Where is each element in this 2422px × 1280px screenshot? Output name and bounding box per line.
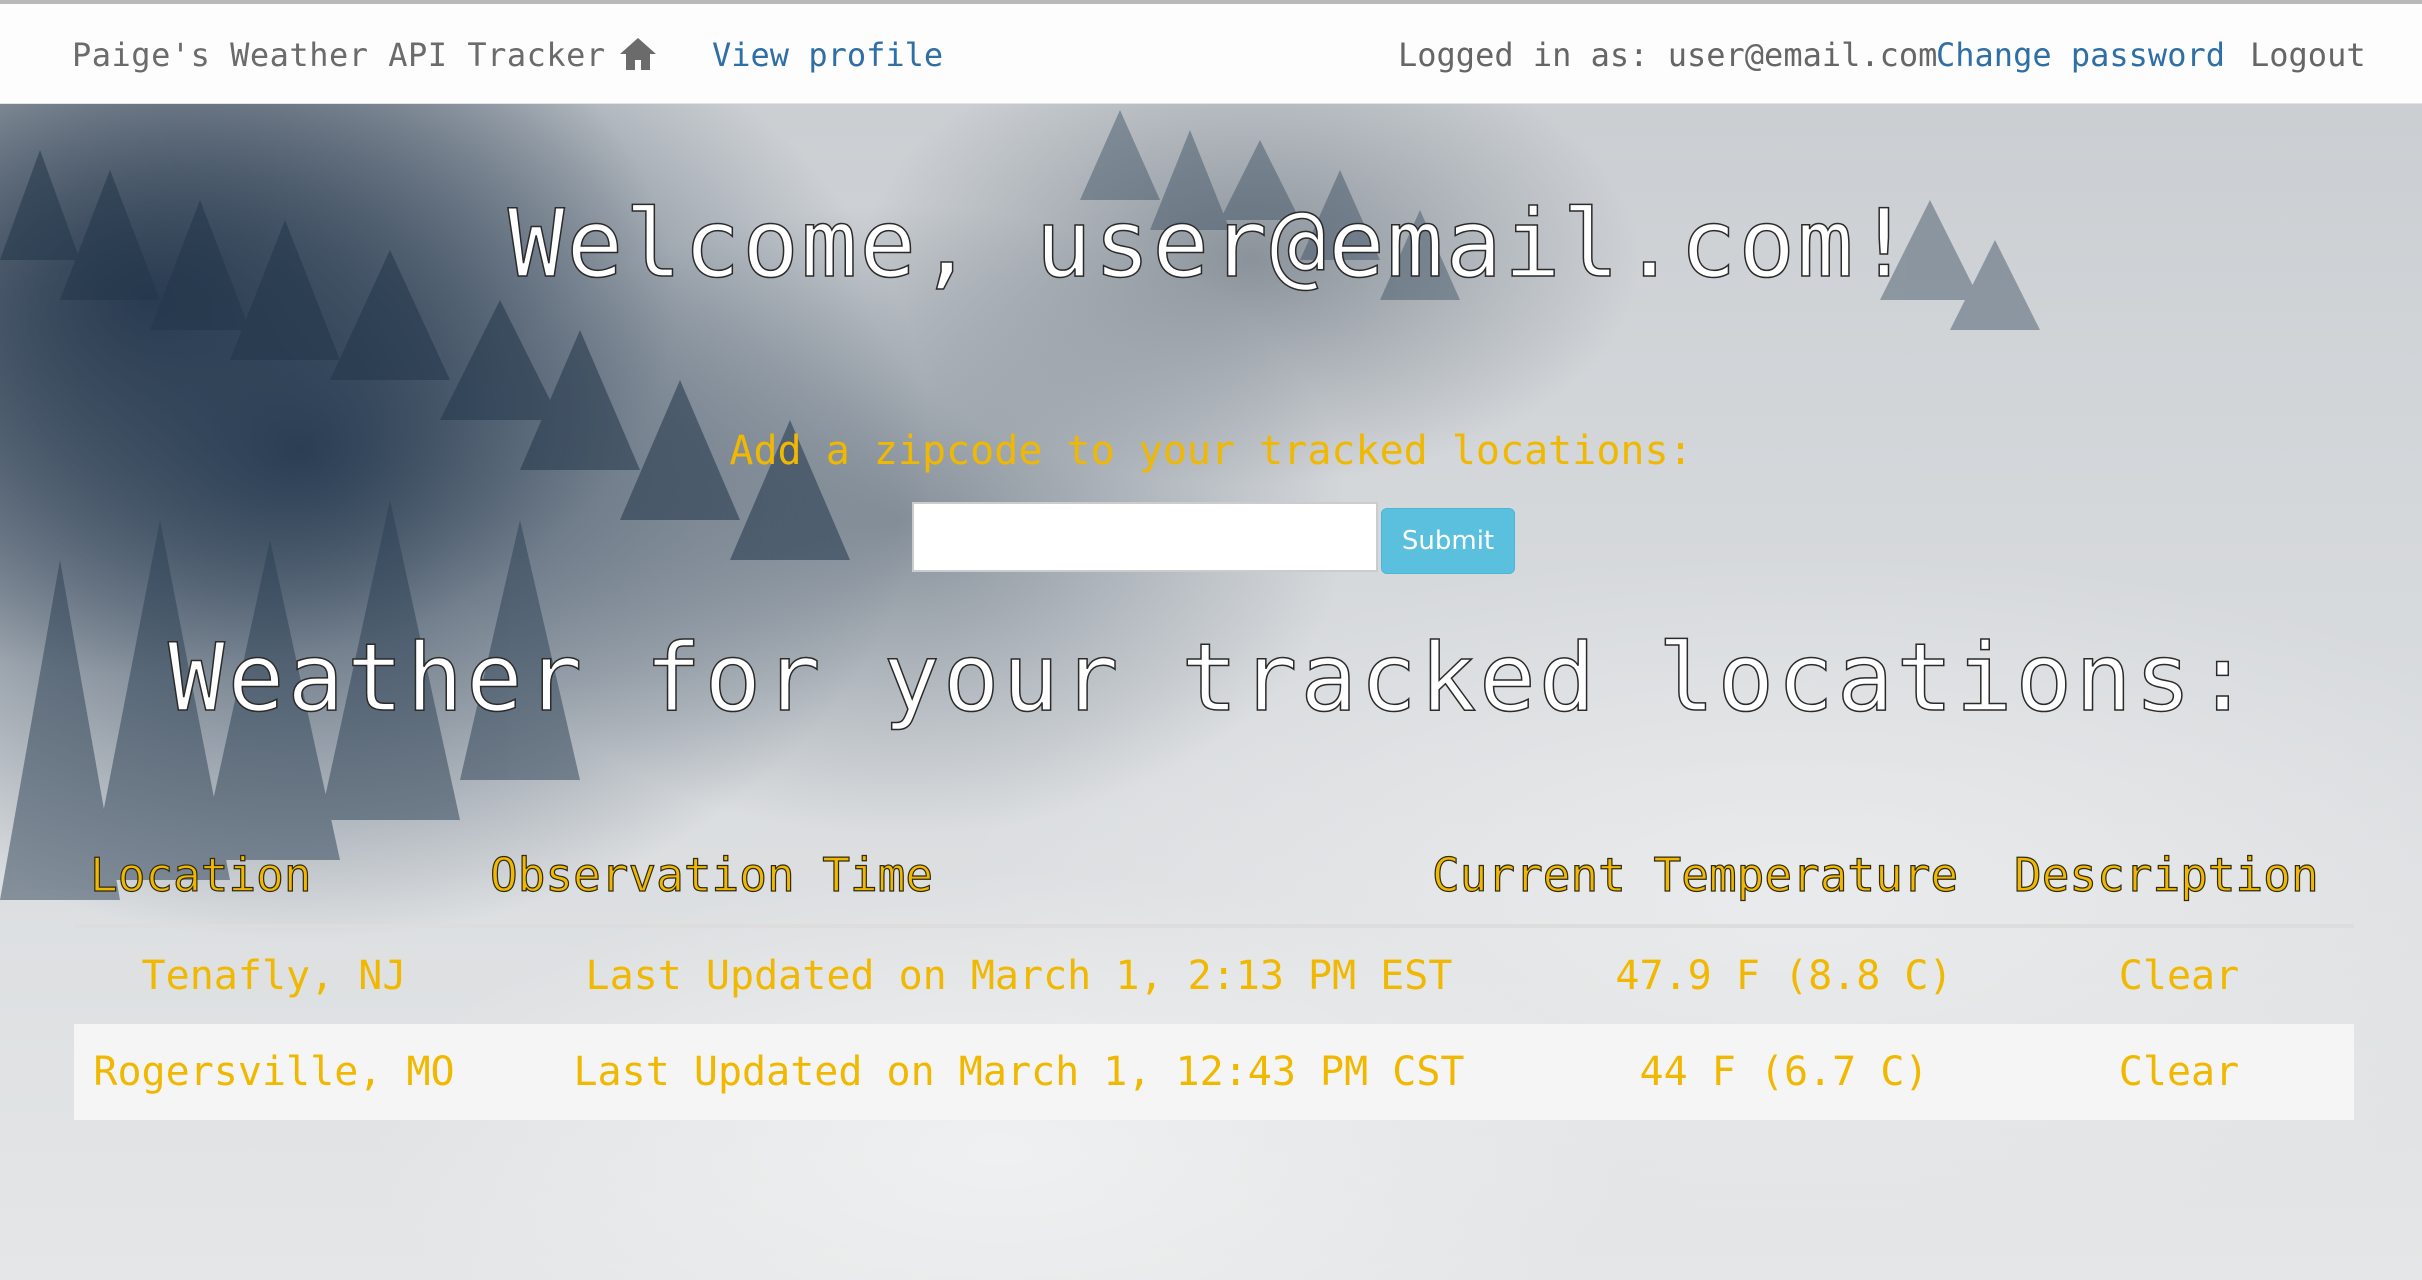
cell-observation-time: Last Updated on March 1, 12:43 PM CST bbox=[573, 1049, 1465, 1095]
table-row: Tenafly, NJ Last Updated on March 1, 2:1… bbox=[74, 928, 2354, 1024]
header-description: Description bbox=[2013, 847, 2319, 902]
header-observation-time: Observation Time bbox=[489, 847, 934, 902]
cell-observation-time: Last Updated on March 1, 2:13 PM EST bbox=[585, 953, 1453, 999]
zipcode-input[interactable] bbox=[912, 502, 1378, 572]
header-current-temperature: Current Temperature bbox=[1431, 847, 1959, 902]
cell-description: Clear bbox=[2118, 953, 2240, 999]
top-navbar: Paige's Weather API Tracker View profile… bbox=[0, 0, 2422, 104]
cell-location: Rogersville, MO bbox=[93, 1049, 455, 1095]
welcome-heading: Welcome, user@email.com! bbox=[507, 189, 1915, 300]
weather-table: Location Observation Time Current Temper… bbox=[74, 840, 2354, 1120]
home-icon[interactable] bbox=[618, 34, 658, 74]
add-zipcode-label: Add a zipcode to your tracked locations: bbox=[729, 428, 1693, 474]
view-profile-link[interactable]: View profile bbox=[712, 36, 943, 74]
logout-link[interactable]: Logout bbox=[2250, 36, 2366, 74]
table-row: Rogersville, MO Last Updated on March 1,… bbox=[74, 1024, 2354, 1120]
cell-location: Tenafly, NJ bbox=[141, 953, 407, 999]
brand-title[interactable]: Paige's Weather API Tracker bbox=[72, 36, 606, 74]
cell-temperature: 44 F (6.7 C) bbox=[1639, 1049, 1929, 1095]
cell-description: Clear bbox=[2118, 1049, 2240, 1095]
logged-in-status: Logged in as: user@email.com bbox=[1398, 36, 1938, 74]
header-location: Location bbox=[89, 847, 312, 902]
table-header: Location Observation Time Current Temper… bbox=[74, 840, 2354, 928]
tracked-locations-heading: Weather for your tracked locations: bbox=[167, 623, 2254, 734]
cell-temperature: 47.9 F (8.8 C) bbox=[1615, 953, 1953, 999]
change-password-link[interactable]: Change password bbox=[1936, 36, 2225, 74]
page: Paige's Weather API Tracker View profile… bbox=[0, 0, 2422, 1280]
submit-button[interactable]: Submit bbox=[1381, 508, 1515, 574]
